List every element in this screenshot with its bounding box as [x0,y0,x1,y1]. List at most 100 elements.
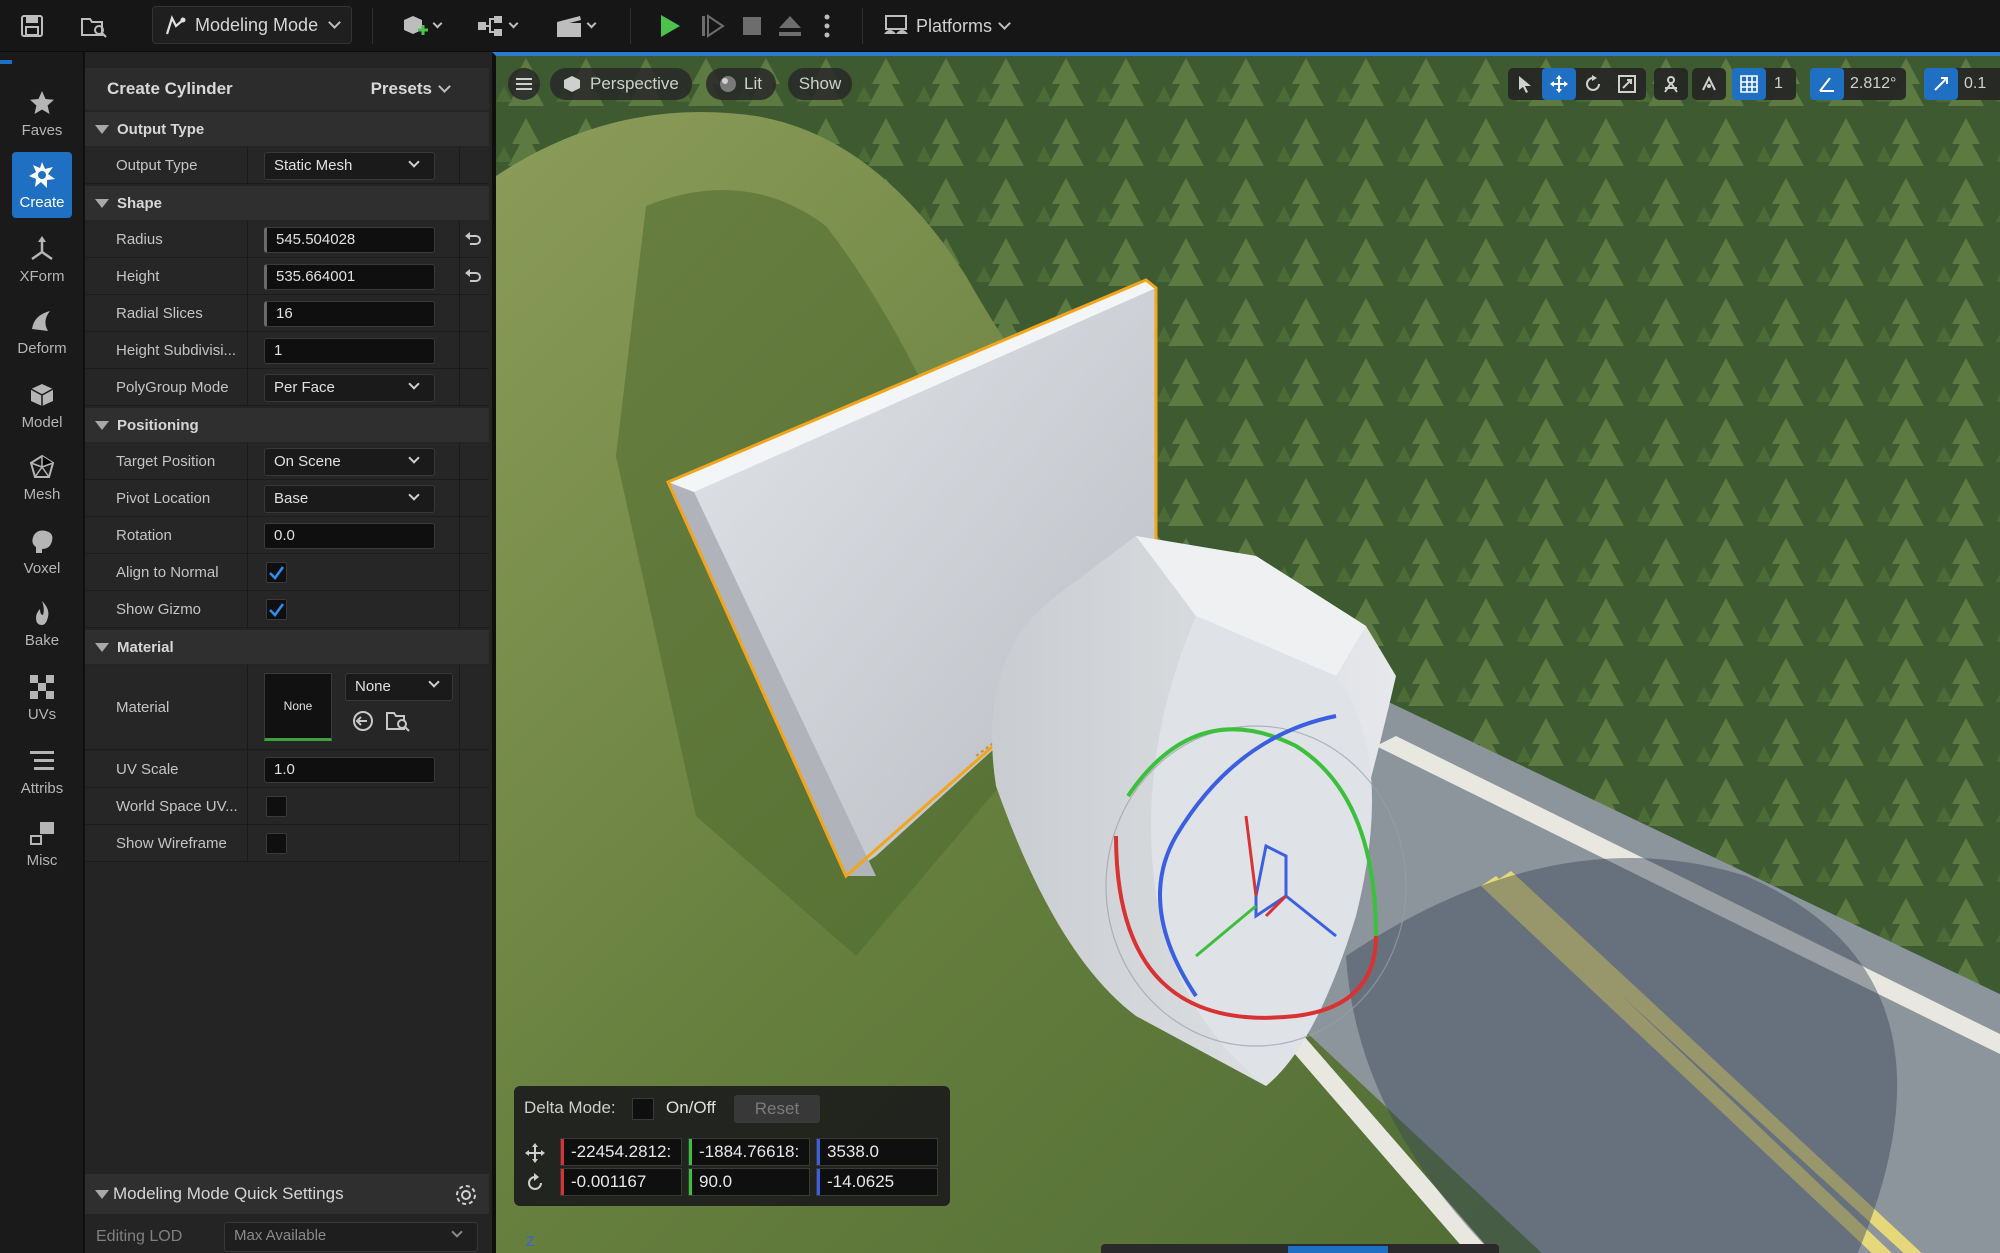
show-wireframe-checkbox[interactable] [266,833,287,854]
height-subdivisions-input[interactable]: 1 [264,338,435,364]
column-divider [459,443,460,480]
toolbar-divider [862,8,863,44]
radius-input[interactable]: 545.504028 [264,227,435,253]
translate-z-field[interactable]: 3538.0 [816,1138,938,1166]
output-type-dropdown[interactable]: Static Mesh [264,152,435,180]
scale-snap-control[interactable]: 0.1 [1924,68,2000,100]
section-shape[interactable]: Shape [85,186,489,220]
chevron-down-icon [998,17,1011,30]
rotate-z-field[interactable]: -14.0625 [816,1168,938,1196]
cinematics-button[interactable] [546,8,602,44]
pivot-location-dropdown[interactable]: Base [264,485,435,513]
polygroup-mode-dropdown[interactable]: Per Face [264,374,435,402]
stop-button[interactable] [734,8,770,44]
scale-tool-button[interactable] [1610,68,1644,100]
align-to-normal-checkbox[interactable] [266,562,287,583]
property-label: PolyGroup Mode [116,379,229,396]
play-button[interactable] [652,8,688,44]
field-value: 535.664001 [276,268,356,285]
lit-button[interactable]: Lit [706,68,776,100]
target-position-dropdown[interactable]: On Scene [264,448,435,476]
content-browser-icon[interactable] [76,8,112,44]
category-model[interactable]: Model [12,372,72,438]
field-value: 545.504028 [276,231,356,248]
grid-snap-control[interactable]: 1 [1732,68,1796,100]
field-value: 90.0 [699,1172,733,1191]
surface-snap-toggle[interactable] [1692,68,1726,100]
rotation-input[interactable]: 0.0 [264,523,435,549]
platforms-button[interactable]: Platforms [882,8,1011,44]
main-toolbar: Modeling Mode Platforms [0,0,2000,52]
gear-icon[interactable] [453,1182,479,1208]
presets-button[interactable]: Presets [371,79,451,99]
category-mesh[interactable]: Mesh [12,444,72,510]
category-misc[interactable]: Misc [12,810,72,876]
use-selected-asset-icon[interactable] [351,709,375,733]
height-input[interactable]: 535.664001 [264,264,435,290]
category-deform[interactable]: Deform [12,298,72,364]
translate-y-field[interactable]: -1884.76618: [688,1138,810,1166]
rotate-x-field[interactable]: -0.001167 [560,1168,682,1196]
category-label: Voxel [23,559,61,577]
perspective-button[interactable]: Perspective [550,68,692,100]
chevron-down-icon [408,156,420,168]
advance-frame-button[interactable] [694,8,730,44]
dropdown-value: Base [274,490,309,507]
reset-label: Reset [754,1099,800,1118]
play-options-button[interactable] [812,8,842,44]
translate-x-field[interactable]: -22454.2812: [560,1138,682,1166]
mode-selector[interactable]: Modeling Mode [152,6,352,44]
reset-button[interactable]: Reset [734,1095,820,1123]
uv-scale-input[interactable]: 1.0 [264,757,435,783]
rotate-y-field[interactable]: 90.0 [688,1168,810,1196]
translate-tool-button[interactable] [1542,68,1576,100]
column-divider [459,788,460,825]
browse-asset-icon[interactable] [385,709,411,733]
reset-to-default-icon[interactable] [463,267,483,287]
section-material[interactable]: Material [85,630,489,664]
column-divider [247,554,248,591]
stop-icon [743,17,761,35]
section-positioning[interactable]: Positioning [85,408,489,442]
category-uvs[interactable]: UVs [12,664,72,730]
collapse-arrow-icon [95,199,109,208]
rotate-icon [528,1173,542,1190]
save-icon[interactable] [14,8,50,44]
category-xform[interactable]: XForm [12,226,72,292]
editing-lod-dropdown[interactable]: Max Available [224,1222,478,1252]
material-thumbnail[interactable]: None [264,673,332,741]
row-radius: Radius 545.504028 [85,221,489,258]
row-height: Height 535.664001 [85,258,489,295]
delta-mode-checkbox[interactable] [632,1098,654,1120]
play-icon [661,15,680,37]
rotate-tool-button[interactable] [1576,68,1610,100]
column-divider [459,665,460,750]
add-actor-button[interactable] [394,8,446,44]
category-bake[interactable]: Bake [12,590,72,656]
blueprint-button[interactable] [470,8,522,44]
chevron-down-icon [586,18,596,29]
show-button[interactable]: Show [788,68,852,100]
material-picker-dropdown[interactable]: None [345,673,453,701]
delta-transform-panel: Delta Mode: On/Off Reset -22454.2812: -1… [514,1086,950,1206]
category-voxel[interactable]: Voxel [12,518,72,584]
eject-button[interactable] [772,8,808,44]
show-gizmo-checkbox[interactable] [266,599,287,620]
radial-slices-input[interactable]: 16 [264,301,435,327]
select-tool-button[interactable] [1508,68,1542,100]
viewport-menu-button[interactable] [508,68,540,100]
reset-to-default-icon[interactable] [463,230,483,250]
section-output-type[interactable]: Output Type [85,112,489,146]
category-create[interactable]: Create [12,152,72,218]
list-icon [27,746,57,776]
category-label: XForm [19,267,65,285]
column-divider [247,480,248,517]
coord-space-toggle[interactable] [1654,68,1688,100]
category-attribs[interactable]: Attribs [12,738,72,804]
level-viewport[interactable]: Z Perspective Lit Show 1 2.812° 0.1 Delt… [492,52,2000,1253]
quick-settings-header[interactable]: Modeling Mode Quick Settings [85,1174,489,1214]
world-space-uv-checkbox[interactable] [266,796,287,817]
rotation-snap-control[interactable]: 2.812° [1810,68,1906,100]
cube-icon [564,76,580,92]
category-faves[interactable]: Faves [12,80,72,146]
